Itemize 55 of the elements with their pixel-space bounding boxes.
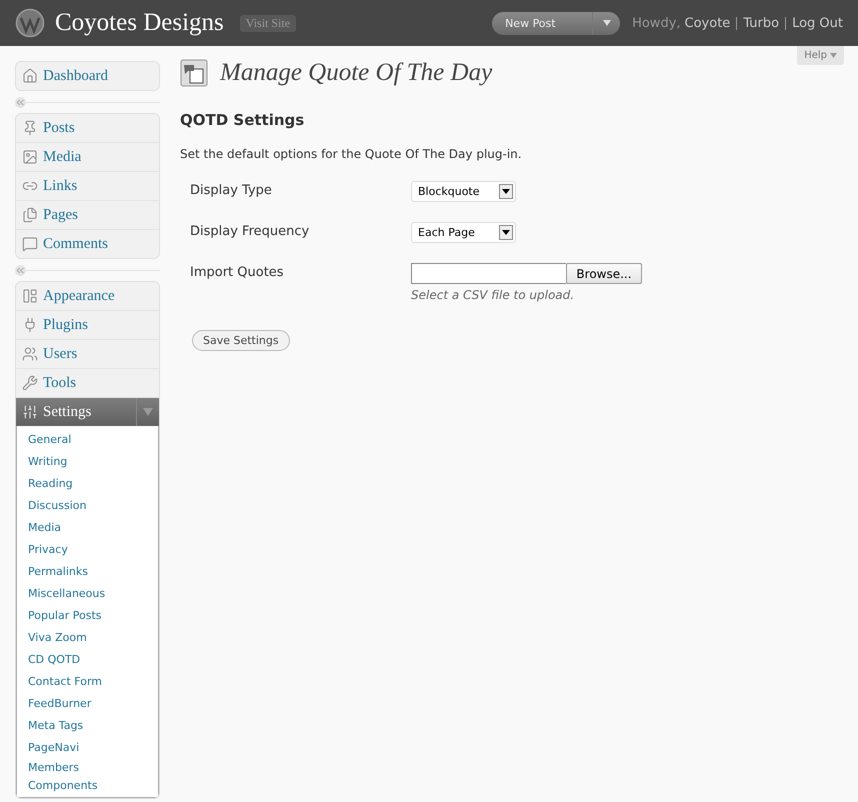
help-tab[interactable]: Help <box>797 46 844 65</box>
layout-icon <box>22 288 38 304</box>
hint-text: Select a CSV file to upload. <box>411 288 576 302</box>
select-field[interactable]: Each Page <box>411 222 516 243</box>
house-icon <box>22 68 38 84</box>
submenu-item[interactable]: Media <box>17 517 158 539</box>
header-link[interactable]: Log Out <box>792 16 843 30</box>
browse-button[interactable]: Browse... <box>566 263 642 284</box>
caret-icon <box>143 408 153 416</box>
submenu-item[interactable]: Meta Tags <box>17 715 158 737</box>
caret-icon <box>499 225 513 240</box>
field-label: Display Type <box>189 182 273 200</box>
image-icon <box>22 149 38 165</box>
collapse-icon[interactable] <box>15 264 26 276</box>
submenu-item[interactable]: Contact Form <box>17 671 158 693</box>
submenu-item[interactable]: General <box>17 429 158 451</box>
field-label: Display Frequency <box>189 223 310 241</box>
field-label: Import Quotes <box>189 264 285 282</box>
submenu-item[interactable]: PageNavi <box>17 737 158 759</box>
users-icon <box>22 346 38 362</box>
collapse-icon[interactable] <box>15 96 26 108</box>
description-text: Set the default options for the Quote Of The Day plug-in. <box>180 147 523 161</box>
submenu-item[interactable]: Writing <box>17 451 158 473</box>
submenu-item[interactable]: Permalinks <box>17 561 158 583</box>
save-settings-button[interactable]: Save Settings <box>192 330 290 351</box>
select-field[interactable]: Blockquote <box>411 181 516 202</box>
submenu-item[interactable]: Popular Posts <box>17 605 158 627</box>
section-heading: QOTD Settings <box>180 111 306 129</box>
menu-item[interactable]: Settings <box>16 397 159 426</box>
caret-icon <box>602 20 611 26</box>
submenu-item[interactable]: Miscellaneous <box>17 583 158 605</box>
page-title: Manage Quote Of The Day <box>220 59 492 87</box>
menu-item[interactable]: Comments <box>16 229 159 258</box>
submenu-item[interactable]: Members Components <box>17 759 118 795</box>
new-post-link[interactable]: New Post <box>492 12 592 34</box>
submenu-item[interactable]: Viva Zoom <box>17 627 158 649</box>
sliders-icon <box>22 404 38 420</box>
user-link[interactable]: Coyote <box>684 16 730 30</box>
menu-item[interactable]: Dashboard <box>16 62 159 90</box>
wrench-icon <box>22 375 38 391</box>
pages-icon <box>22 207 38 223</box>
file-path-field[interactable] <box>411 263 566 284</box>
caret-icon <box>830 53 837 58</box>
speech-bubble-icon <box>22 236 38 252</box>
page-icon <box>180 59 208 87</box>
submenu-item[interactable]: Privacy <box>17 539 158 561</box>
submenu-item[interactable]: CD QOTD <box>17 649 158 671</box>
header-link[interactable]: Turbo <box>743 16 780 30</box>
submenu-item[interactable]: FeedBurner <box>17 693 158 715</box>
submenu-item[interactable]: Discussion <box>17 495 158 517</box>
logo-icon <box>15 8 45 38</box>
caret-icon <box>499 184 513 199</box>
site-title: Coyotes Designs <box>55 9 224 37</box>
submenu-item[interactable]: Reading <box>17 473 158 495</box>
greeting-text: Howdy, <box>632 16 681 30</box>
